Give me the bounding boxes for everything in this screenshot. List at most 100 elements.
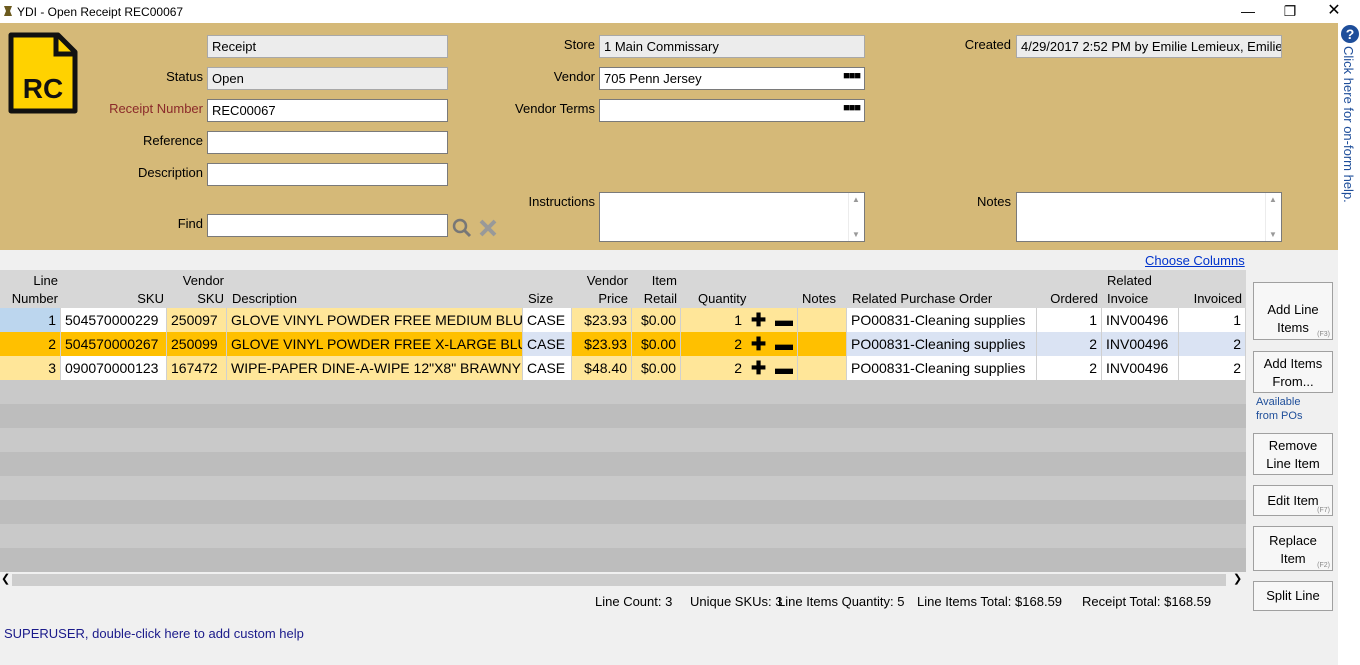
cell-item-retail: $0.00 (632, 332, 681, 356)
vendor-lookup-icon[interactable]: ■■■ (843, 70, 861, 82)
receipt-number-field[interactable]: REC00067 (207, 99, 448, 122)
status-field: Open (207, 67, 448, 90)
cell-quantity[interactable]: 2 ✚ ▬ (681, 356, 798, 380)
cell-related-po: PO00831-Cleaning supplies (847, 332, 1037, 356)
vendor-value: 705 Penn Jersey (604, 71, 702, 86)
clear-icon[interactable] (478, 218, 498, 238)
cell-vendor-price: $23.93 (572, 308, 632, 332)
cell-notes[interactable] (798, 332, 847, 356)
receipt-number-label: Receipt Number (109, 101, 203, 116)
quantity-value: 1 (734, 312, 742, 328)
cell-sku: 504570000267 (61, 332, 167, 356)
col-quantity[interactable]: Quantity (698, 290, 746, 308)
notes-label: Notes (977, 194, 1011, 209)
created-field: 4/29/2017 2:52 PM by Emilie Lemieux, Emi… (1016, 35, 1282, 58)
receipt-type-field: Receipt (207, 35, 448, 58)
cell-related-invoice: INV00496 (1102, 308, 1179, 332)
cell-ordered: 2 (1037, 356, 1102, 380)
form-icon-text: RC (23, 73, 63, 104)
available-from-pos-note: Available from POs (1256, 396, 1303, 422)
description-field[interactable] (207, 163, 448, 186)
cell-line: 3 (0, 356, 61, 380)
minimize-icon[interactable]: — (1228, 2, 1268, 22)
choose-columns-link[interactable]: Choose Columns (1145, 253, 1245, 268)
cell-vendor-sku: 250099 (167, 332, 227, 356)
scroll-right-icon[interactable]: ❯ (1233, 572, 1242, 585)
cell-description: WIPE-PAPER DINE-A-WIPE 12"X8" BRAWNY ... (227, 356, 523, 380)
col-related-invoice[interactable]: Related Invoice (1107, 272, 1152, 308)
replace-item-button[interactable]: Replace Item (F2) (1253, 526, 1333, 571)
reference-field[interactable] (207, 131, 448, 154)
on-form-help-link[interactable]: Click here for on-form help. (1341, 46, 1356, 203)
instructions-textarea[interactable]: ▲ ▼ (599, 192, 865, 242)
col-related-po[interactable]: Related Purchase Order (852, 290, 992, 308)
cell-quantity[interactable]: 1 ✚ ▬ (681, 308, 798, 332)
cell-vendor-price: $23.93 (572, 332, 632, 356)
vendor-terms-label: Vendor Terms (515, 101, 595, 116)
col-size[interactable]: Size (528, 290, 553, 308)
cell-line: 1 (0, 308, 61, 332)
vendor-terms-field[interactable]: ■■■ (599, 99, 865, 122)
table-row[interactable]: 1 504570000229 250097 GLOVE VINYL POWDER… (0, 308, 1246, 332)
grid-horizontal-scrollbar[interactable]: ❮ ❯ (0, 572, 1246, 587)
cell-description: GLOVE VINYL POWDER FREE X-LARGE BLUE (227, 332, 523, 356)
plus-icon[interactable]: ✚ (751, 311, 766, 329)
col-vendor-price[interactable]: Vendor Price (576, 272, 628, 308)
scroll-left-icon[interactable]: ❮ (1, 572, 10, 585)
notes-textarea[interactable]: ▲ ▼ (1016, 192, 1282, 242)
empty-row (0, 548, 1246, 572)
help-icon[interactable]: ? (1341, 25, 1359, 43)
custom-help-link[interactable]: SUPERUSER, double-click here to add cust… (4, 626, 304, 641)
notes-scrollbar[interactable]: ▲ ▼ (1265, 193, 1281, 241)
cell-related-invoice: INV00496 (1102, 332, 1179, 356)
cell-vendor-sku: 167472 (167, 356, 227, 380)
minus-icon[interactable]: ▬ (775, 335, 793, 353)
col-item-retail[interactable]: Item Retail (632, 272, 677, 308)
col-ordered[interactable]: Ordered (1040, 290, 1098, 308)
cell-notes[interactable] (798, 308, 847, 332)
col-invoiced[interactable]: Invoiced (1180, 290, 1242, 308)
empty-row (0, 500, 1246, 524)
close-icon[interactable]: ✕ (1314, 2, 1354, 22)
vendor-field[interactable]: 705 Penn Jersey ■■■ (599, 67, 865, 90)
minus-icon[interactable]: ▬ (775, 359, 793, 377)
col-sku[interactable]: SKU (62, 290, 164, 308)
remove-line-item-button[interactable]: Remove Line Item (1253, 433, 1333, 475)
created-label: Created (964, 37, 1011, 52)
empty-row (0, 524, 1246, 548)
find-input[interactable] (207, 214, 448, 237)
cell-quantity[interactable]: 2 ✚ ▬ (681, 332, 798, 356)
cell-item-retail: $0.00 (632, 356, 681, 380)
instructions-scrollbar[interactable]: ▲ ▼ (848, 193, 864, 241)
add-items-from-button[interactable]: Add Items From... (1253, 351, 1333, 393)
col-line-number[interactable]: Line Number (0, 272, 58, 308)
cell-vendor-price: $48.40 (572, 356, 632, 380)
vendor-terms-lookup-icon[interactable]: ■■■ (843, 102, 861, 114)
plus-icon[interactable]: ✚ (751, 359, 766, 377)
cell-vendor-sku: 250097 (167, 308, 227, 332)
line-items-grid[interactable]: Line Number SKU Vendor SKU Description Siz… (0, 270, 1246, 572)
plus-icon[interactable]: ✚ (751, 335, 766, 353)
cell-notes[interactable] (798, 356, 847, 380)
window-title: YDI - Open Receipt REC00067 (17, 5, 184, 19)
grid-header: Line Number SKU Vendor SKU Description Siz… (0, 270, 1246, 308)
status-label: Status (166, 69, 203, 84)
scrollbar-thumb[interactable] (12, 574, 1226, 586)
edit-item-button[interactable]: Edit Item (F7) (1253, 485, 1333, 516)
col-vendor-sku[interactable]: Vendor SKU (168, 272, 224, 308)
col-notes[interactable]: Notes (802, 290, 836, 308)
empty-row (0, 404, 1246, 428)
col-description[interactable]: Description (232, 290, 297, 308)
maximize-icon[interactable]: ❐ (1270, 2, 1310, 22)
search-icon[interactable] (452, 218, 472, 238)
table-row-selected[interactable]: 2 504570000267 250099 GLOVE VINYL POWDER… (0, 332, 1246, 356)
cell-invoiced: 2 (1179, 356, 1246, 380)
add-line-items-button[interactable]: Add Line Items (F3) (1253, 282, 1333, 340)
empty-row (0, 452, 1246, 476)
title-bar: YDI - Open Receipt REC00067 — ❐ ✕ (0, 0, 1360, 23)
minus-icon[interactable]: ▬ (775, 311, 793, 329)
cell-line: 2 (0, 332, 61, 356)
cell-related-po: PO00831-Cleaning supplies (847, 356, 1037, 380)
table-row[interactable]: 3 090070000123 167472 WIPE-PAPER DINE-A-… (0, 356, 1246, 380)
split-line-button[interactable]: Split Line (1253, 581, 1333, 611)
